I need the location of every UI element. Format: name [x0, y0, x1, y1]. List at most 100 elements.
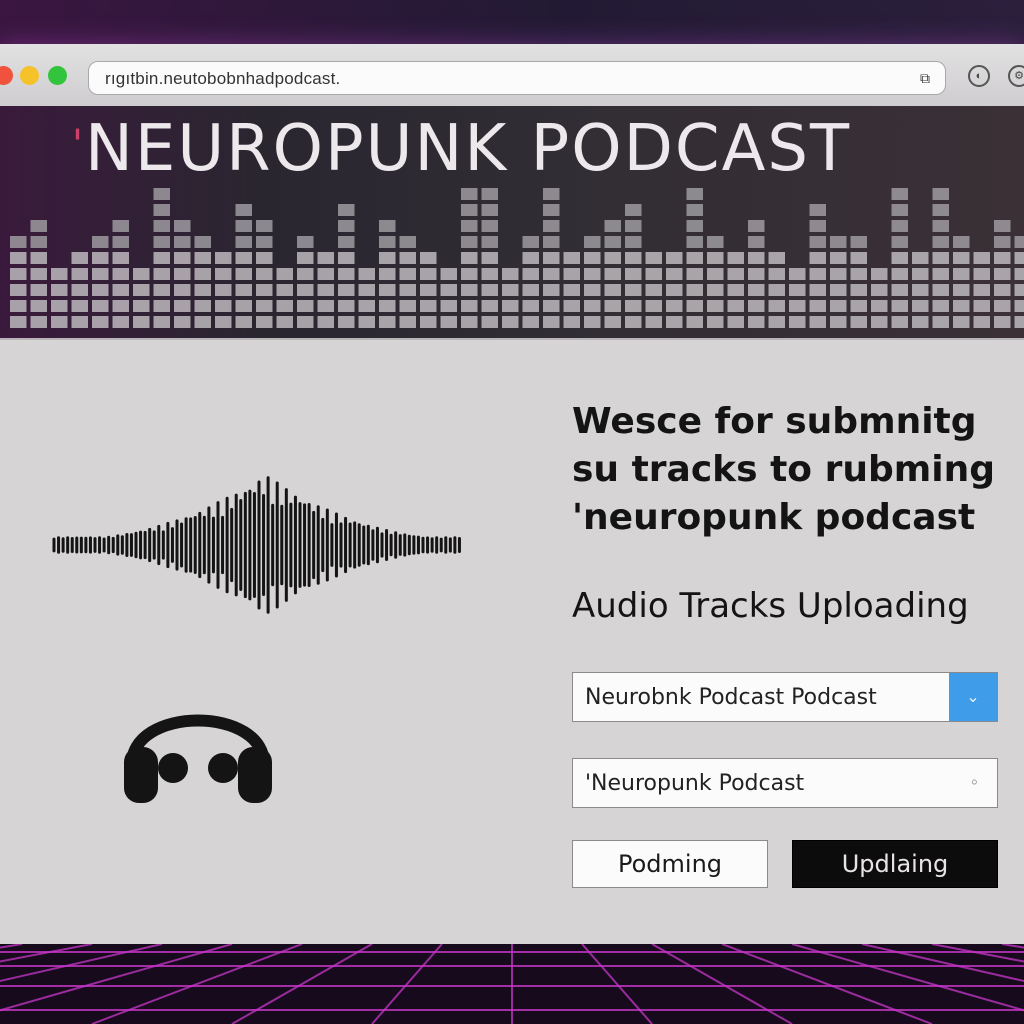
- equalizer-block: [932, 204, 949, 216]
- equalizer-block: [194, 236, 211, 248]
- equalizer-block: [748, 220, 765, 232]
- equalizer-block: [30, 268, 47, 280]
- equalizer-block: [850, 284, 867, 296]
- equalizer-block: [256, 268, 273, 280]
- equalizer-block: [625, 268, 642, 280]
- podcast-select[interactable]: Neurobnk Podcast Podcast ⌄: [572, 672, 998, 722]
- equalizer-block: [973, 284, 990, 296]
- equalizer-block: [994, 268, 1011, 280]
- equalizer-block: [235, 220, 252, 232]
- maximize-window-button[interactable]: [48, 66, 67, 85]
- equalizer-block: [830, 268, 847, 280]
- equalizer-block: [358, 268, 375, 280]
- address-bar[interactable]: rıgıtbin.neutobobnhadpodcast. ⧉: [88, 61, 946, 95]
- equalizer-block: [92, 252, 109, 264]
- equalizer-block: [522, 236, 539, 248]
- minimize-window-button[interactable]: [20, 66, 39, 85]
- equalizer-block: [543, 268, 560, 280]
- equalizer-block: [338, 220, 355, 232]
- equalizer-block: [256, 236, 273, 248]
- browser-toolbar: rıgıtbin.neutobobnhadpodcast. ⧉ ◐ ⚙: [0, 44, 1024, 107]
- equalizer-block: [112, 268, 129, 280]
- equalizer-block: [686, 268, 703, 280]
- equalizer-block: [153, 188, 170, 200]
- equalizer-block: [112, 220, 129, 232]
- equalizer-block: [153, 300, 170, 312]
- equalizer-block: [338, 252, 355, 264]
- equalizer-block: [953, 284, 970, 296]
- equalizer-block: [358, 316, 375, 328]
- equalizer-block: [830, 252, 847, 264]
- equalizer-block: [440, 300, 457, 312]
- equalizer-block: [850, 316, 867, 328]
- equalizer-block: [625, 252, 642, 264]
- extension-icon[interactable]: ◐: [968, 65, 990, 87]
- equalizer-block: [276, 268, 293, 280]
- equalizer-block: [420, 316, 437, 328]
- equalizer-block: [973, 316, 990, 328]
- equalizer-block: [481, 236, 498, 248]
- equalizer-block: [830, 236, 847, 248]
- equalizer-block: [235, 268, 252, 280]
- podming-button[interactable]: Podming: [572, 840, 768, 888]
- equalizer-block: [604, 268, 621, 280]
- banner-title-prefix: ': [72, 122, 85, 168]
- equalizer-block: [707, 268, 724, 280]
- equalizer-block: [379, 252, 396, 264]
- equalizer-block: [276, 284, 293, 296]
- equalizer-block: [768, 284, 785, 296]
- equalizer-block: [707, 252, 724, 264]
- equalizer-block: [912, 316, 929, 328]
- close-window-button[interactable]: [0, 66, 13, 85]
- dropdown-toggle-icon[interactable]: ⌄: [949, 673, 997, 721]
- equalizer-block: [71, 284, 88, 296]
- equalizer-block: [174, 236, 191, 248]
- equalizer-block: [809, 236, 826, 248]
- equalizer-block: [604, 236, 621, 248]
- banner-divider: [0, 338, 1024, 340]
- equalizer-block: [994, 236, 1011, 248]
- equalizer-block: [830, 316, 847, 328]
- equalizer-block: [112, 252, 129, 264]
- equalizer-block: [461, 316, 478, 328]
- equalizer-block: [932, 252, 949, 264]
- equalizer-block: [379, 220, 396, 232]
- equalizer-block: [153, 284, 170, 296]
- equalizer-block: [194, 284, 211, 296]
- equalizer-block: [625, 300, 642, 312]
- equalizer-block: [1014, 268, 1024, 280]
- equalizer-block: [215, 300, 232, 312]
- equalizer-block: [850, 300, 867, 312]
- upload-button[interactable]: Updlaing: [792, 840, 998, 888]
- equalizer-block: [850, 252, 867, 264]
- equalizer-block: [932, 188, 949, 200]
- equalizer-block: [1014, 236, 1024, 248]
- reader-icon[interactable]: ⧉: [917, 70, 933, 86]
- equalizer-block: [153, 316, 170, 328]
- equalizer-block: [461, 300, 478, 312]
- equalizer-block: [891, 268, 908, 280]
- equalizer-block: [625, 220, 642, 232]
- equalizer-block: [338, 300, 355, 312]
- equalizer-block: [379, 236, 396, 248]
- equalizer-block: [891, 204, 908, 216]
- equalizer-block: [481, 204, 498, 216]
- equalizer-block: [891, 252, 908, 264]
- equalizer-block: [891, 236, 908, 248]
- equalizer-block: [973, 268, 990, 280]
- equalizer-block: [92, 268, 109, 280]
- equalizer-block: [338, 268, 355, 280]
- equalizer-block: [748, 268, 765, 280]
- equalizer-block: [522, 284, 539, 296]
- equalizer-block: [215, 252, 232, 264]
- equalizer-block: [809, 252, 826, 264]
- section-title: Audio Tracks Uploading: [572, 586, 969, 626]
- equalizer-block: [297, 268, 314, 280]
- equalizer-block: [174, 284, 191, 296]
- equalizer-block: [830, 300, 847, 312]
- podcast-name-field[interactable]: 'Neuropunk Podcast ◦: [572, 758, 998, 808]
- equalizer-block: [768, 316, 785, 328]
- settings-icon[interactable]: ⚙: [1008, 65, 1024, 87]
- headphones-icon: [124, 714, 272, 803]
- equalizer-block: [92, 236, 109, 248]
